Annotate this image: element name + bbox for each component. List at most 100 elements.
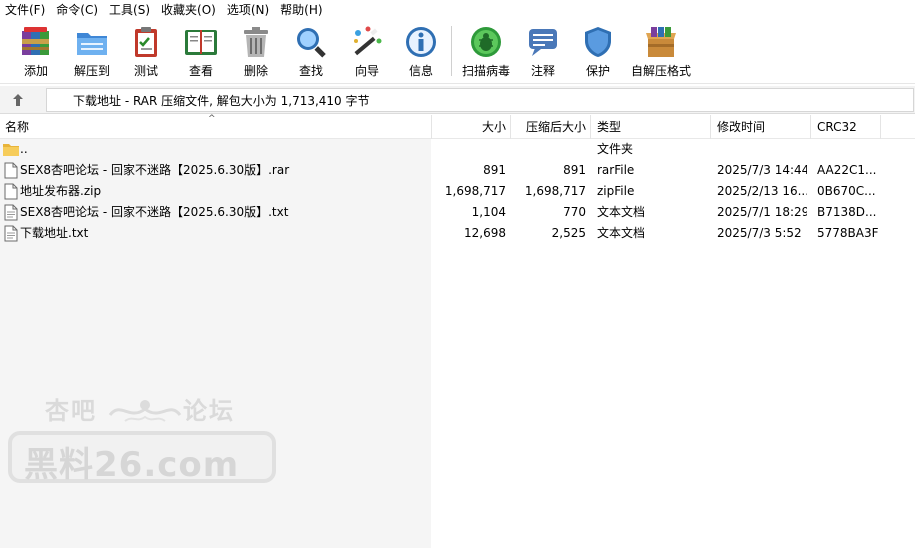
file-type: zipFile (597, 184, 635, 198)
comment-label: 注释 (530, 64, 555, 78)
sfx-box-icon (643, 24, 679, 60)
watermark-main: 黑料26.com (24, 445, 240, 485)
column-divider[interactable] (880, 115, 881, 139)
virus-scan-button[interactable]: 扫描病毒 (460, 24, 512, 80)
address-field[interactable]: 下载地址 - RAR 压缩文件, 解包大小为 1,713,410 字节 (46, 88, 914, 112)
menu-favorites[interactable]: 收藏夹(O) (156, 0, 222, 20)
column-divider[interactable] (710, 115, 711, 139)
file-crc32: 0B670C... (817, 184, 876, 198)
file-crc32: AA22C1... (817, 163, 877, 177)
file-crc32 (817, 139, 879, 160)
arrow-up-icon (13, 94, 23, 106)
info-label: 信息 (408, 64, 433, 78)
ornament-icon (108, 400, 182, 422)
menu-commands[interactable]: 命令(C) (51, 0, 104, 20)
column-header: 名称 ^ 大小 压缩后大小 类型 修改时间 CRC32 (0, 115, 915, 139)
file-type: rarFile (597, 163, 635, 177)
watermark-top-right: 论坛 (183, 397, 235, 425)
watermark: 杏吧 论坛 黑料26.com (5, 391, 277, 491)
toolbar: 添加 解压到 测试 查看 删除 查找 向导 信息 扫描病毒 注释 保护 自解压格… (0, 20, 915, 84)
view-button[interactable]: 查看 (180, 24, 222, 80)
file-crc32: B7138D... (817, 205, 877, 219)
toolbar-separator (451, 26, 452, 76)
test-clipboard-icon (128, 24, 164, 60)
table-row[interactable]: SEX8杏吧论坛 - 回家不迷路【2025.6.30版】.rar 891 891… (0, 160, 915, 181)
winrar-window: 文件(F) 命令(C) 工具(S) 收藏夹(O) 选项(N) 帮助(H) 添加 … (0, 0, 915, 548)
table-row[interactable]: 地址发布器.zip 1,698,717 1,698,717 zipFile 20… (0, 181, 915, 202)
file-packed-size: 770 (563, 205, 586, 219)
file-packed-size: 1,698,717 (524, 184, 586, 198)
file-list: 名称 ^ 大小 压缩后大小 类型 修改时间 CRC32 .. 文件夹 SEX8杏… (0, 115, 915, 548)
test-label: 测试 (133, 64, 158, 78)
file-name: 下载地址.txt (20, 226, 89, 240)
menu-help[interactable]: 帮助(H) (275, 0, 328, 20)
delete-button[interactable]: 删除 (238, 24, 274, 80)
file-modified: 2025/7/1 18:29 (717, 205, 807, 219)
comment-button[interactable]: 注释 (525, 24, 561, 80)
find-label: 查找 (298, 64, 323, 78)
column-modified[interactable]: 修改时间 (717, 115, 765, 139)
column-divider[interactable] (590, 115, 591, 139)
find-button[interactable]: 查找 (292, 24, 330, 80)
address-bar: 下载地址 - RAR 压缩文件, 解包大小为 1,713,410 字节 (0, 86, 915, 114)
column-packed[interactable]: 压缩后大小 (511, 115, 586, 139)
file-size (432, 139, 506, 160)
table-row[interactable]: .. 文件夹 (0, 139, 915, 160)
file-name: SEX8杏吧论坛 - 回家不迷路【2025.6.30版】.txt (20, 205, 289, 219)
delete-label: 删除 (243, 64, 268, 78)
extract-to-button[interactable]: 解压到 (70, 24, 114, 80)
menu-tools[interactable]: 工具(S) (104, 0, 156, 20)
file-size: 1,698,717 (444, 184, 506, 198)
test-button[interactable]: 测试 (128, 24, 164, 80)
watermark-top-left: 杏吧 (45, 397, 97, 425)
file-modified: 2025/7/3 14:44 (717, 163, 807, 177)
menu-file[interactable]: 文件(F) (0, 0, 51, 20)
up-folder-button[interactable] (8, 91, 28, 109)
file-modified: 2025/7/3 5:52 (717, 226, 802, 240)
watermark-badge: 黑料26.com (8, 431, 276, 485)
sfx-button[interactable]: 自解压格式 (630, 24, 692, 80)
add-label: 添加 (23, 64, 48, 78)
file-size: 891 (483, 163, 506, 177)
add-button[interactable]: 添加 (16, 24, 56, 80)
file-packed-size: 2,525 (551, 226, 586, 240)
add-archive-icon (18, 24, 54, 60)
column-divider[interactable] (810, 115, 811, 139)
file-icon (4, 183, 18, 200)
menu-options[interactable]: 选项(N) (222, 0, 275, 20)
file-name: .. (20, 142, 28, 156)
column-crc32[interactable]: CRC32 (817, 115, 857, 139)
sort-up-icon: ^ (208, 114, 216, 124)
wizard-label: 向导 (354, 64, 379, 78)
address-text: 下载地址 - RAR 压缩文件, 解包大小为 1,713,410 字节 (73, 94, 370, 108)
sfx-label: 自解压格式 (630, 64, 691, 78)
text-file-icon (4, 204, 18, 221)
info-button[interactable]: 信息 (402, 24, 440, 80)
protect-button[interactable]: 保护 (580, 24, 616, 80)
file-size: 12,698 (464, 226, 506, 240)
trash-icon (238, 24, 274, 60)
column-type[interactable]: 类型 (597, 115, 621, 139)
comment-icon (525, 24, 561, 60)
text-file-icon (4, 225, 18, 242)
file-crc32: 5778BA3F (817, 226, 879, 240)
info-icon (403, 24, 439, 60)
table-row[interactable]: 下载地址.txt 12,698 2,525 文本文档 2025/7/3 5:52… (0, 223, 915, 244)
table-row[interactable]: SEX8杏吧论坛 - 回家不迷路【2025.6.30版】.txt 1,104 7… (0, 202, 915, 223)
magnifier-icon (293, 24, 329, 60)
column-size[interactable]: 大小 (432, 115, 506, 139)
column-name[interactable]: 名称 (5, 115, 29, 139)
wizard-button[interactable]: 向导 (348, 24, 386, 80)
file-name: 地址发布器.zip (20, 184, 102, 198)
folder-icon (3, 144, 19, 156)
extract-to-label: 解压到 (73, 64, 110, 78)
protect-label: 保护 (585, 64, 610, 78)
extract-folder-icon (74, 24, 110, 60)
shield-icon (580, 24, 616, 60)
view-label: 查看 (188, 64, 213, 78)
menu-bar: 文件(F) 命令(C) 工具(S) 收藏夹(O) 选项(N) 帮助(H) (0, 0, 915, 20)
file-type: 文本文档 (597, 226, 646, 240)
file-packed-size (511, 139, 586, 160)
file-name: SEX8杏吧论坛 - 回家不迷路【2025.6.30版】.rar (20, 163, 290, 177)
virus-scan-icon (468, 24, 504, 60)
